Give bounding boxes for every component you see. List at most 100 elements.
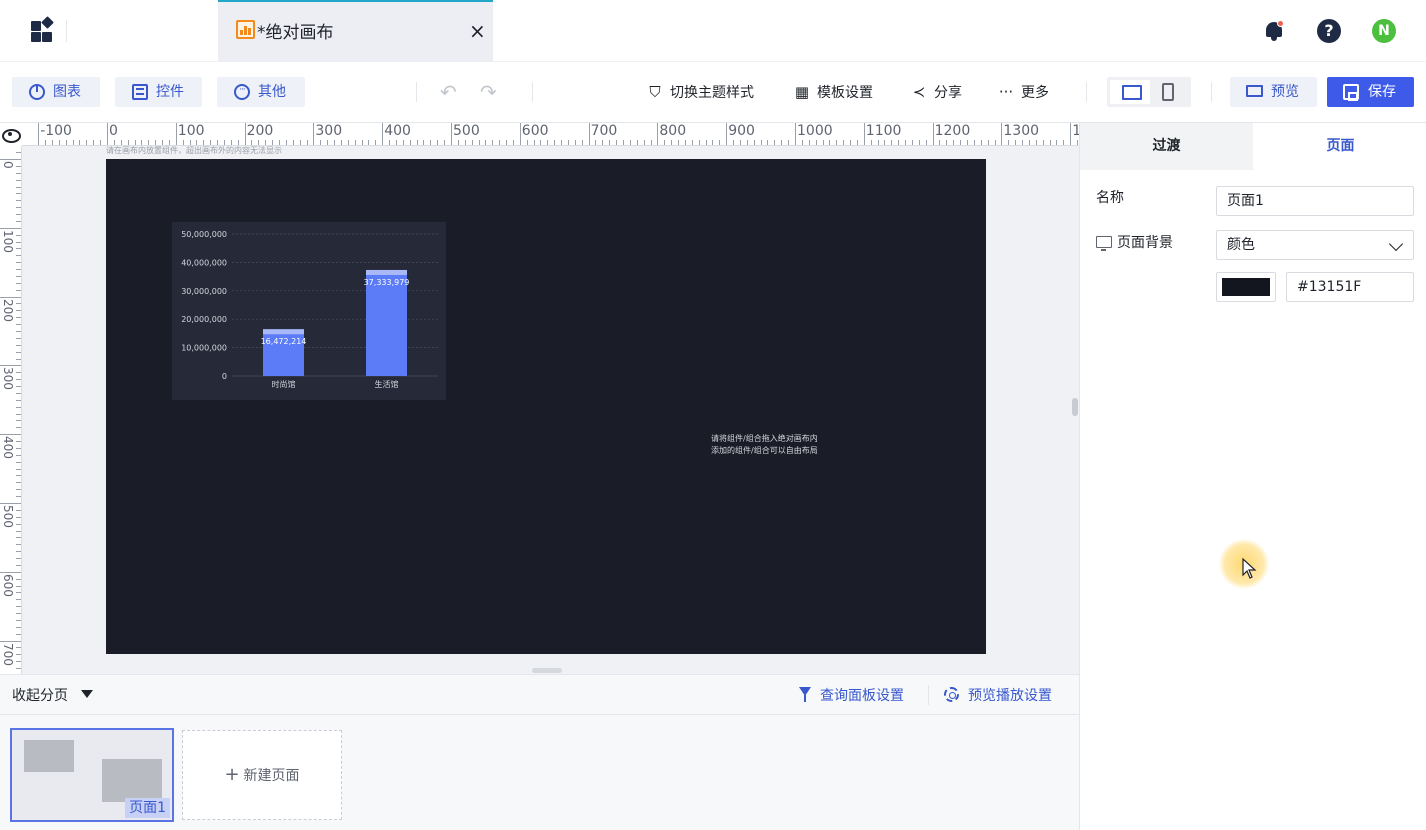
ruler-label: 100 bbox=[1, 229, 15, 253]
bell-icon[interactable] bbox=[1262, 19, 1286, 43]
background-label-text: 页面背景 bbox=[1117, 235, 1173, 251]
undo-icon[interactable]: ↶ bbox=[440, 80, 457, 104]
pie-chart-icon bbox=[29, 84, 45, 100]
absolute-canvas[interactable]: 0 10,000,000 20,000,000 30,000,000 40,000,00… bbox=[106, 159, 986, 654]
chart-bar-cap bbox=[366, 269, 407, 275]
save-button[interactable]: 保存 bbox=[1327, 77, 1414, 107]
other-button[interactable]: ··· 其他 bbox=[217, 77, 305, 107]
toolbar-divider bbox=[1086, 82, 1087, 102]
control-button[interactable]: 控件 bbox=[115, 77, 202, 107]
query-panel-settings-button[interactable]: 查询面板设置 bbox=[820, 685, 904, 705]
chart-x-tick-label: 时尚馆 bbox=[272, 379, 296, 389]
tab-page[interactable]: 页面 bbox=[1254, 123, 1426, 170]
preview-button[interactable]: 预览 bbox=[1230, 77, 1317, 107]
ruler-label: 700 bbox=[1, 642, 15, 666]
ruler-label: 300 bbox=[1, 367, 15, 391]
horizontal-ruler: -100 0 100 200 300 400 500 600 700 800 900 1000 1100… bbox=[0, 123, 1079, 146]
bar-chart-widget[interactable]: 0 10,000,000 20,000,000 30,000,000 40,000,00… bbox=[172, 222, 446, 400]
preview-label: 预览 bbox=[1271, 84, 1299, 100]
chart-y-tick-label: 50,000,000 bbox=[181, 230, 227, 239]
properties-panel: 过渡 页面 名称 页面1 页面背景 颜色 #13151F bbox=[1079, 123, 1426, 830]
page-bar: 收起分页 查询面板设置 预览播放设置 页面1 + 新建页面 bbox=[0, 674, 1079, 830]
thumb-block bbox=[24, 740, 74, 772]
ruler-label: 300 bbox=[315, 123, 343, 139]
top-bar: *绝对画布 × ? N bbox=[0, 0, 1426, 62]
bottom-divider-line bbox=[0, 714, 1079, 715]
chart-y-tick-label: 30,000,000 bbox=[181, 287, 227, 296]
more-button[interactable]: ··· 更多 bbox=[997, 77, 1049, 107]
ruler-label: 200 bbox=[246, 123, 274, 139]
share-button[interactable]: ≺ 分享 bbox=[910, 77, 962, 107]
ruler-label: 100 bbox=[177, 123, 205, 139]
control-button-label: 控件 bbox=[156, 84, 184, 100]
more-label: 更多 bbox=[1021, 85, 1049, 101]
toolbar: 图表 控件 ··· 其他 ↶ ↷ ⛉ 切换主题样式 ▦ 模板设置 ≺ 分享 ··· 更多… bbox=[0, 62, 1426, 123]
horizontal-scrollbar[interactable] bbox=[532, 668, 562, 673]
thumb-block bbox=[102, 759, 162, 802]
save-label: 保存 bbox=[1368, 84, 1396, 100]
mobile-icon[interactable] bbox=[1162, 83, 1174, 101]
tab-title: *绝对画布 bbox=[257, 23, 334, 43]
notification-dot bbox=[1277, 20, 1284, 27]
avatar[interactable]: N bbox=[1372, 19, 1396, 43]
ellipsis-icon: ··· bbox=[998, 83, 1014, 101]
background-type-select[interactable]: 颜色 bbox=[1216, 230, 1414, 260]
background-label: 页面背景 bbox=[1096, 232, 1173, 252]
color-swatch-fill bbox=[1222, 278, 1270, 296]
collapse-pages-button[interactable]: 收起分页 bbox=[12, 685, 68, 705]
chart-x-tick-label: 生活馆 bbox=[375, 379, 399, 389]
ruler-label: 600 bbox=[521, 123, 549, 139]
tab-transition[interactable]: 过渡 bbox=[1080, 123, 1253, 170]
help-icon[interactable]: ? bbox=[1317, 19, 1341, 43]
template-settings-label: 模板设置 bbox=[817, 85, 873, 101]
template-icon: ▦ bbox=[794, 83, 810, 101]
chevron-down-icon bbox=[1388, 236, 1404, 252]
monitor-icon bbox=[1096, 236, 1112, 251]
ruler-label: 1 bbox=[1072, 124, 1079, 138]
ruler-label: 0 bbox=[109, 123, 118, 139]
ruler-label: 1200 bbox=[934, 123, 971, 139]
save-icon bbox=[1343, 84, 1359, 101]
chart-y-tick-label: 0 bbox=[222, 372, 227, 381]
file-tab[interactable]: *绝对画布 × bbox=[218, 0, 493, 62]
eye-icon[interactable] bbox=[0, 123, 22, 146]
vertical-ruler: 0 100 200 300 400 500 600 700 bbox=[0, 146, 22, 674]
name-field[interactable]: 页面1 bbox=[1216, 186, 1414, 216]
bottom-divider bbox=[928, 685, 929, 705]
ruler-label: 0 bbox=[1, 161, 15, 169]
toolbar-divider bbox=[1211, 82, 1212, 102]
new-page-button[interactable]: + 新建页面 bbox=[182, 730, 342, 820]
template-settings-button[interactable]: ▦ 模板设置 bbox=[793, 77, 873, 107]
theme-switch-button[interactable]: ⛉ 切换主题样式 bbox=[646, 77, 754, 107]
chart-y-tick-label: 40,000,000 bbox=[181, 258, 227, 267]
chart-y-tick-label: 20,000,000 bbox=[181, 315, 227, 324]
toolbar-divider bbox=[532, 82, 533, 102]
app-grid-icon[interactable] bbox=[30, 16, 54, 42]
share-icon: ≺ bbox=[912, 83, 926, 101]
vertical-scrollbar[interactable] bbox=[1072, 398, 1078, 416]
canvas-hint-line2: 添加的组件/组合可以自由布局 bbox=[711, 446, 818, 455]
name-label: 名称 bbox=[1096, 190, 1124, 206]
ruler-label: -100 bbox=[40, 123, 72, 139]
theme-switch-label: 切换主题样式 bbox=[670, 85, 754, 101]
preview-play-settings-button[interactable]: 预览播放设置 bbox=[968, 685, 1052, 705]
color-swatch[interactable] bbox=[1216, 272, 1276, 302]
color-hex-field[interactable]: #13151F bbox=[1286, 272, 1414, 302]
ruler-label: 1100 bbox=[865, 123, 902, 139]
ruler-label: 900 bbox=[728, 123, 755, 139]
close-icon[interactable]: × bbox=[469, 20, 486, 42]
page-thumbnail[interactable]: 页面1 bbox=[10, 728, 174, 822]
redo-icon[interactable]: ↷ bbox=[480, 80, 497, 104]
chart-button[interactable]: 图表 bbox=[12, 77, 100, 107]
canvas-hint: 请将组件/组合拖入绝对画布内 添加的组件/组合可以自由布局 bbox=[711, 433, 818, 457]
ruler-label: 400 bbox=[1, 436, 15, 460]
desktop-icon[interactable] bbox=[1110, 80, 1150, 104]
shirt-icon: ⛉ bbox=[649, 83, 661, 101]
device-toggle bbox=[1107, 77, 1191, 107]
cursor-icon bbox=[1242, 558, 1257, 579]
topbar-divider bbox=[66, 20, 67, 42]
dashboard-icon bbox=[236, 20, 255, 39]
page-thumbnail-label: 页面1 bbox=[125, 798, 170, 818]
panel-tabs: 过渡 页面 bbox=[1080, 123, 1426, 170]
caret-down-icon[interactable] bbox=[81, 690, 93, 698]
